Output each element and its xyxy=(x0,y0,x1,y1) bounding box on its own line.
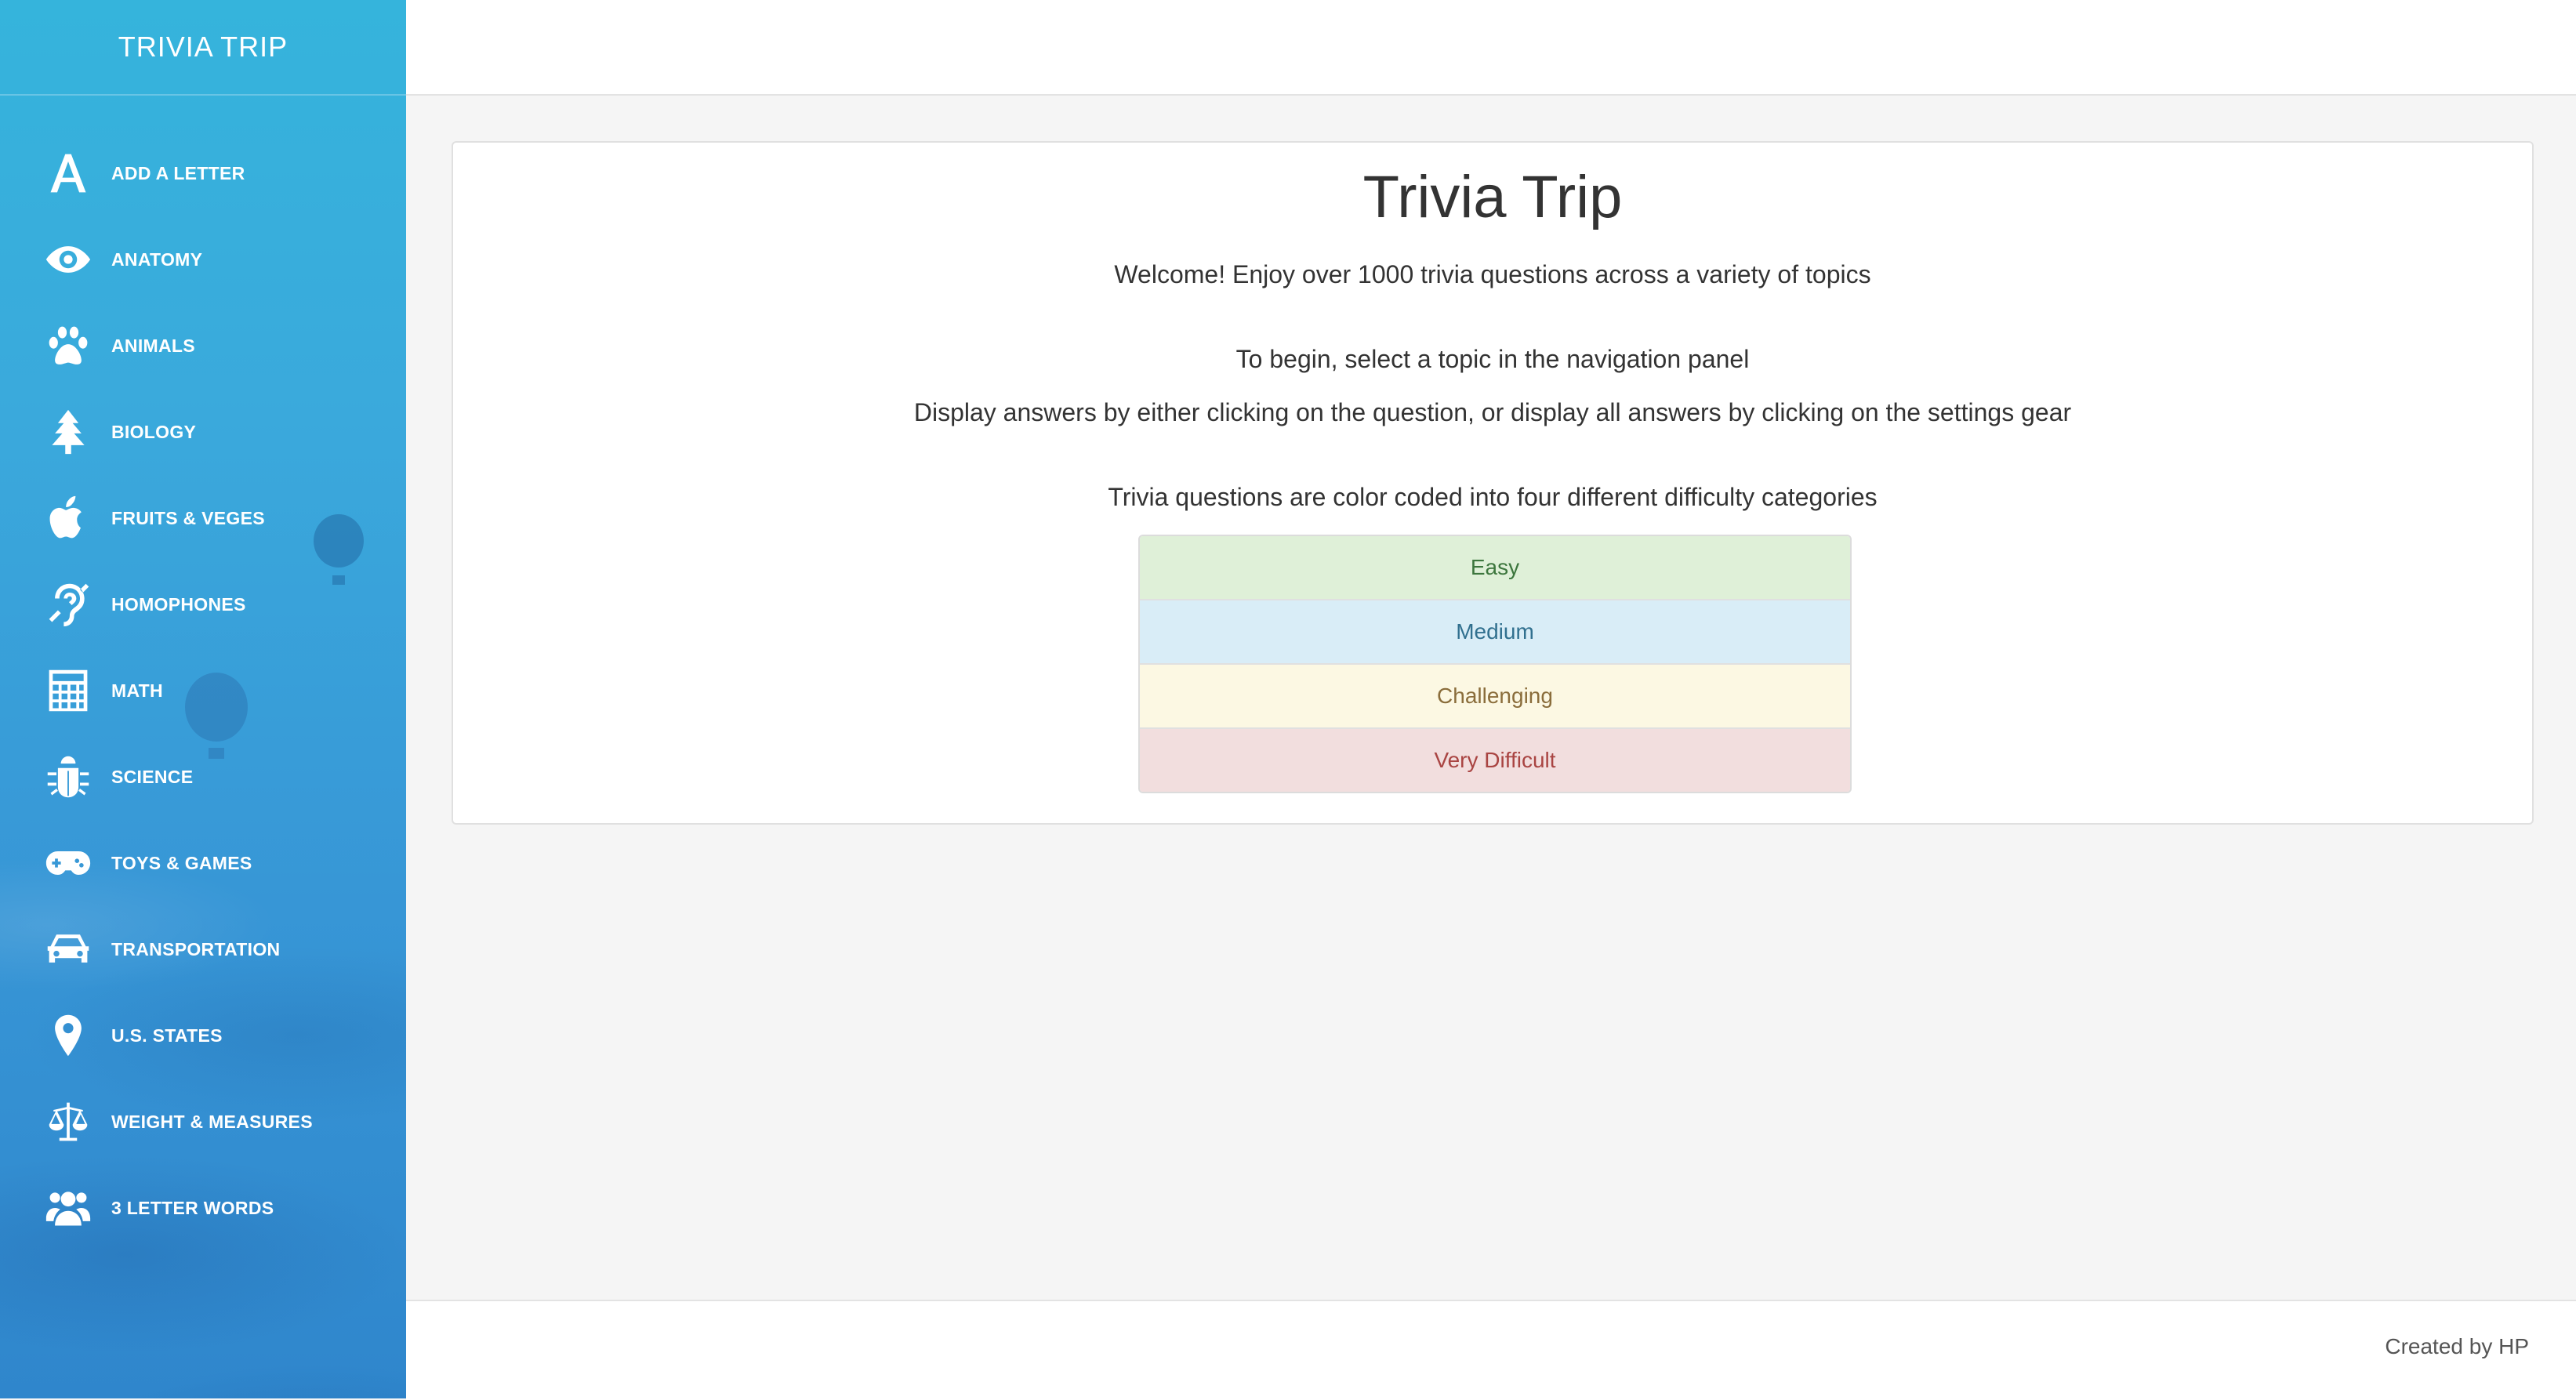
begin-instruction: To begin, select a topic in the navigati… xyxy=(1235,345,1750,373)
nav-item-weight-measures[interactable]: WEIGHT & MEASURES xyxy=(0,1079,406,1165)
nav-item-label: SCIENCE xyxy=(111,766,194,787)
ear-icon xyxy=(43,579,93,629)
difficulty-legend: Easy Medium Challenging Very Difficult xyxy=(1138,535,1852,793)
brand-title[interactable]: TRIVIA TRIP xyxy=(0,0,406,96)
nav-item-label: TOYS & GAMES xyxy=(111,852,252,873)
nav-item-label: TRANSPORTATION xyxy=(111,938,281,959)
nav-item-animals[interactable]: ANIMALS xyxy=(0,303,406,389)
nav-item-label: ADD A LETTER xyxy=(111,162,245,183)
nav-item-3-letter-words[interactable]: 3 LETTER WORDS xyxy=(0,1165,406,1251)
nav-item-toys-games[interactable]: TOYS & GAMES xyxy=(0,820,406,906)
nav-item-label: FRUITS & VEGES xyxy=(111,507,265,528)
topic-nav: ADD A LETTER ANATOMY ANIMALS BIOLOGY FRU… xyxy=(0,130,406,1251)
eye-icon xyxy=(43,234,93,285)
nav-item-label: MATH xyxy=(111,680,163,701)
nav-item-label: U.S. STATES xyxy=(111,1025,223,1046)
nav-item-add-a-letter[interactable]: ADD A LETTER xyxy=(0,130,406,216)
page-title: Trivia Trip xyxy=(1362,164,1623,230)
nav-item-label: ANATOMY xyxy=(111,248,203,270)
difficulty-intro: Trivia questions are color coded into fo… xyxy=(1108,483,1878,511)
nav-item-science[interactable]: SCIENCE xyxy=(0,734,406,820)
nav-item-label: 3 LETTER WORDS xyxy=(111,1197,274,1218)
nav-item-label: HOMOPHONES xyxy=(111,593,246,615)
tree-icon xyxy=(43,407,93,457)
gamepad-icon xyxy=(43,838,93,888)
map-marker-icon xyxy=(43,1010,93,1061)
nav-item-label: WEIGHT & MEASURES xyxy=(111,1111,313,1132)
footer: Created by HP xyxy=(406,1300,2576,1400)
difficulty-challenging: Challenging xyxy=(1140,665,1850,729)
nav-item-label: BIOLOGY xyxy=(111,421,197,442)
welcome-panel: Trivia Trip Welcome! Enjoy over 1000 tri… xyxy=(452,141,2534,825)
apple-icon xyxy=(43,493,93,543)
bug-icon xyxy=(43,752,93,802)
nav-item-homophones[interactable]: HOMOPHONES xyxy=(0,561,406,647)
difficulty-very-difficult: Very Difficult xyxy=(1140,729,1850,792)
nav-item-anatomy[interactable]: ANATOMY xyxy=(0,216,406,303)
footer-credit: Created by HP xyxy=(2385,1334,2529,1358)
difficulty-medium: Medium xyxy=(1140,600,1850,665)
nav-item-math[interactable]: MATH xyxy=(0,647,406,734)
display-answers-instruction: Display answers by either clicking on th… xyxy=(913,398,2072,426)
top-bar xyxy=(406,0,2576,96)
letter-a-icon xyxy=(43,148,93,198)
nav-item-us-states[interactable]: U.S. STATES xyxy=(0,992,406,1079)
car-icon xyxy=(43,924,93,974)
calculator-icon xyxy=(43,666,93,716)
paw-icon xyxy=(43,321,93,371)
welcome-text: Welcome! Enjoy over 1000 trivia question… xyxy=(1114,260,1871,288)
users-icon xyxy=(43,1183,93,1233)
difficulty-easy: Easy xyxy=(1140,536,1850,600)
nav-item-label: ANIMALS xyxy=(111,335,195,356)
nav-item-transportation[interactable]: TRANSPORTATION xyxy=(0,906,406,992)
nav-item-fruits-veges[interactable]: FRUITS & VEGES xyxy=(0,475,406,561)
nav-item-biology[interactable]: BIOLOGY xyxy=(0,389,406,475)
balance-scale-icon xyxy=(43,1097,93,1147)
sidebar: TRIVIA TRIP ADD A LETTER ANATOMY ANIMALS… xyxy=(0,0,406,1398)
